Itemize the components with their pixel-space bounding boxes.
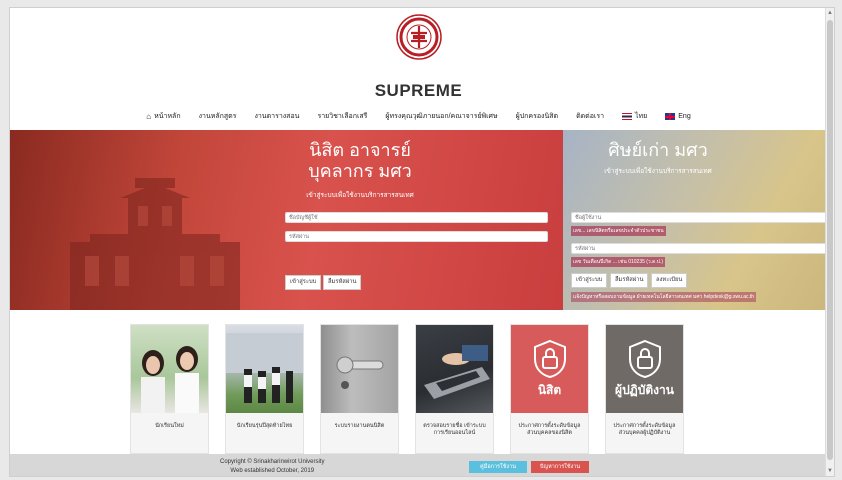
shield-lock-icon	[533, 339, 566, 378]
alumni-login-panel: ศิษย์เก่า มศว เข้าสู่ระบบเพื่อใช้งานบริก…	[563, 130, 827, 310]
staff-login-subtitle: เข้าสู่ระบบเพื่อใช้งานบริการสารสนเทศ	[306, 192, 414, 199]
login-hero: นิสิต อาจารย์ บุคลากร มศว เข้าสู่ระบบเพื…	[10, 130, 827, 310]
nav-label: ไทย	[635, 113, 648, 120]
door-handle-photo	[321, 325, 398, 413]
nav-label: รายวิชาเลือกเสรี	[317, 113, 368, 120]
university-seal-logo	[396, 14, 442, 60]
staff-login-panel: นิสิต อาจารย์ บุคลากร มศว เข้าสู่ระบบเพื…	[10, 130, 563, 310]
alumni-username-hint: เลข... เลขนิสิตหรือเลขประจำตัวประชาชน	[571, 226, 666, 236]
graduates-photo	[226, 325, 303, 413]
shield-lock-icon	[628, 339, 661, 378]
copyright: Copyright © Srinakharinwirot University …	[220, 458, 324, 476]
nav-label: ผู้ทรงคุณวุฒิภายนอก/คณาจารย์พิเศษ	[385, 113, 498, 120]
alumni-login-button[interactable]: เข้าสู่ระบบ	[571, 273, 608, 288]
service-cards: นักเรียนใหม่ นักเรียนรุ่นปีสุดท้ายไทย ระ…	[130, 324, 690, 454]
alumni-register-button[interactable]: ลงทะเบียน	[651, 273, 688, 288]
card-graduating-students[interactable]: นักเรียนรุ่นปีสุดท้ายไทย	[225, 324, 304, 454]
staff-username-input[interactable]	[285, 212, 548, 223]
scroll-up-icon[interactable]: ▲	[827, 10, 833, 16]
student-privacy-tile: นิสิต	[511, 325, 588, 413]
nav-label: ผู้ปกครองนิสิต	[515, 113, 559, 120]
staff-forgot-password-button[interactable]: ลืมรหัสผ่าน	[323, 275, 362, 290]
staff-password-input[interactable]	[285, 231, 548, 242]
students-photo	[131, 325, 208, 413]
nav-item-external-experts[interactable]: ผู้ทรงคุณวุฒิภายนอก/คณาจารย์พิเศษ	[385, 111, 497, 122]
nav-label: หน้าหลัก	[154, 113, 181, 120]
nav-item-free-electives[interactable]: รายวิชาเลือกเสรี	[317, 111, 367, 122]
card-caption: ประกาศการตั้งระดับข้อมูลส่วนบุคคลของนิสิ…	[518, 423, 581, 437]
alumni-forgot-password-button[interactable]: ลืมรหัสผ่าน	[610, 273, 649, 288]
flag-en-icon	[665, 113, 676, 120]
nav-label: งานหลักสูตร	[198, 113, 237, 120]
staff-login-button[interactable]: เข้าสู่ระบบ	[285, 275, 322, 290]
card-caption: ตรวจสอบรายชื่อ เข้าระบบการเรียนออนไลน์	[423, 423, 486, 437]
staff-privacy-tile: ผู้ปฏิบัติงาน	[606, 325, 683, 413]
copyright-line2: Web established October, 2019	[230, 468, 315, 474]
card-caption: นักเรียนรุ่นปีสุดท้ายไทย	[236, 423, 293, 429]
scroll-down-icon[interactable]: ▼	[827, 468, 833, 474]
site-title: SUPREME	[374, 81, 463, 100]
nav-item-thai[interactable]: ไทย	[622, 111, 647, 122]
scrollbar-thumb[interactable]	[827, 20, 833, 460]
card-staff-privacy[interactable]: ผู้ปฏิบัติงาน ประกาศการตั้งระดับข้อมูลส่…	[605, 324, 684, 454]
privacy-tile-label: นิสิต	[537, 382, 562, 397]
browser-page: SUPREME ⌂ หน้าหลัก งานหลักสูตร งานตารางส…	[9, 7, 835, 477]
nav-item-curriculum[interactable]: งานหลักสูตร	[199, 111, 237, 122]
staff-title-line1: นิสิต อาจารย์	[309, 140, 411, 160]
card-new-students[interactable]: นักเรียนใหม่	[130, 324, 209, 454]
laptop-typing-photo	[416, 325, 493, 413]
university-building-illustration	[70, 178, 240, 310]
user-manual-button[interactable]: คู่มือการใช้งาน	[469, 461, 527, 473]
nav-label: ติดต่อเรา	[576, 113, 605, 120]
card-student-privacy[interactable]: นิสิต ประกาศการตั้งระดับข้อมูลส่วนบุคคลข…	[510, 324, 589, 454]
alumni-contact-note: แจ้งปัญหาหรือสอบถามข้อมูล ฝ่ายเทคโนโลยีส…	[571, 292, 757, 302]
copyright-line1: Copyright © Srinakharinwirot University	[220, 459, 325, 465]
alumni-password-hint: เลข วันเดือนปีเกิด ... เช่น 010235 (ว.ด.…	[571, 257, 665, 267]
footer: Copyright © Srinakharinwirot University …	[10, 454, 827, 476]
flag-th-icon	[622, 113, 633, 120]
card-online-learning-check[interactable]: ตรวจสอบรายชื่อ เข้าระบบการเรียนออนไลน์	[415, 324, 494, 454]
alumni-username-input[interactable]	[571, 212, 827, 223]
alumni-login-subtitle: เข้าสู่ระบบเพื่อใช้งานบริการสารสนเทศ	[604, 168, 712, 175]
staff-title-line2: บุคลากร มศว	[308, 160, 412, 181]
card-caption: ระบบรายงานตนนิสิต	[334, 423, 385, 429]
nav-item-parents[interactable]: ผู้ปกครองนิสิต	[516, 111, 558, 122]
nav-label: งานตารางสอน	[254, 113, 300, 120]
nav-label: Eng	[678, 113, 691, 120]
nav-item-timetable[interactable]: งานตารางสอน	[254, 111, 299, 122]
main-nav: ⌂ หน้าหลัก งานหลักสูตร งานตารางสอน รายวิ…	[10, 111, 827, 122]
nav-item-english[interactable]: Eng	[665, 111, 691, 122]
header: SUPREME ⌂ หน้าหลัก งานหลักสูตร งานตารางส…	[10, 8, 827, 130]
staff-login-title: นิสิต อาจารย์ บุคลากร มศว	[280, 140, 440, 181]
card-student-report[interactable]: ระบบรายงานตนนิสิต	[320, 324, 399, 454]
alumni-password-input[interactable]	[571, 243, 827, 254]
usage-problem-button[interactable]: ปัญหาการใช้งาน	[531, 461, 589, 473]
card-caption: ประกาศการตั้งระดับข้อมูลส่วนบุคคลผู้ปฏิบ…	[613, 423, 676, 437]
privacy-tile-label: ผู้ปฏิบัติงาน	[615, 382, 674, 397]
card-caption: นักเรียนใหม่	[155, 423, 184, 429]
vertical-scrollbar[interactable]: ▲ ▼	[825, 8, 834, 476]
home-icon: ⌂	[146, 112, 152, 121]
nav-item-contact[interactable]: ติดต่อเรา	[576, 111, 604, 122]
nav-item-home[interactable]: ⌂ หน้าหลัก	[146, 111, 180, 122]
alumni-login-title: ศิษย์เก่า มศว	[608, 140, 708, 160]
